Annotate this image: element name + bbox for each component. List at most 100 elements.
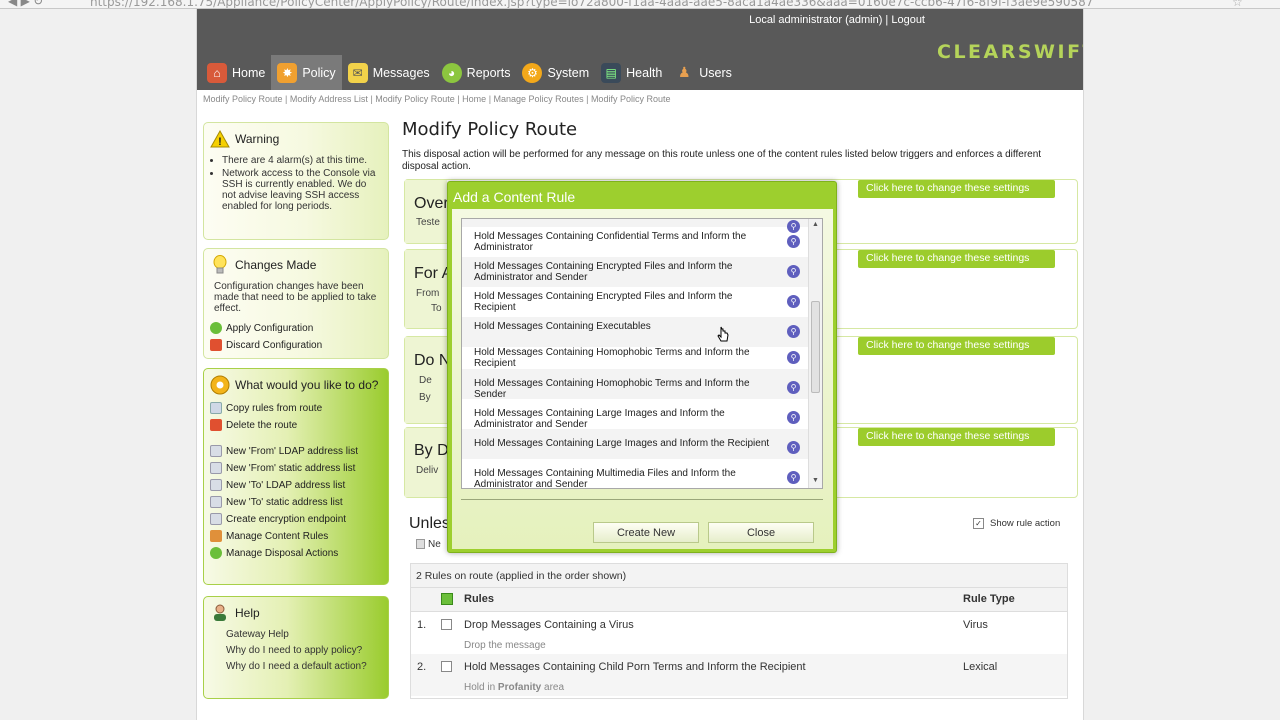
rule-action-text: area: [541, 682, 565, 693]
help-link-default-action[interactable]: Why do I need a default action?: [226, 661, 382, 672]
action-new-to-ldap[interactable]: New 'To' LDAP address list: [210, 478, 382, 492]
list-item[interactable]: ⚲: [462, 219, 808, 233]
section-title: By D: [414, 442, 449, 459]
magnify-icon[interactable]: ⚲: [787, 351, 800, 364]
action-label: Manage Content Rules: [226, 530, 329, 542]
help-link-apply-policy[interactable]: Why do I need to apply policy?: [226, 645, 382, 656]
change-settings-button[interactable]: Click here to change these settings: [858, 428, 1055, 446]
magnify-icon[interactable]: ⚲: [787, 471, 800, 484]
envelope-icon: ✉: [347, 62, 368, 83]
breadcrumb-item[interactable]: Manage Policy Routes: [494, 94, 584, 104]
dialog-divider: [461, 499, 823, 500]
home-icon: ⌂: [207, 62, 227, 83]
action-label: New 'To' LDAP address list: [226, 479, 346, 491]
magnify-icon[interactable]: ⚲: [787, 325, 800, 338]
logout-link[interactable]: Logout: [891, 14, 925, 26]
new-rule-label: Ne: [428, 539, 441, 550]
monitor-icon: ▤: [601, 62, 622, 83]
breadcrumb-separator: |: [583, 94, 591, 104]
rule-checkbox[interactable]: [441, 619, 452, 630]
action-copy-rules[interactable]: Copy rules from route: [210, 401, 382, 415]
nav-tab-users[interactable]: ♟ Users: [668, 55, 738, 90]
nav-label: Home: [232, 65, 266, 80]
action-manage-content-rules[interactable]: Manage Content Rules: [210, 529, 382, 543]
policy-icon: ✸: [277, 62, 298, 83]
list-item[interactable]: Hold Messages Containing Multimedia File…: [462, 459, 808, 489]
mouse-cursor-icon: [717, 326, 729, 342]
rule-checkbox[interactable]: [441, 661, 452, 672]
browser-nav-icons[interactable]: ◀ ▶ ↻: [8, 0, 43, 8]
list-item[interactable]: Hold Messages Containing Large Images an…: [462, 399, 808, 430]
action-label: New 'To' static address list: [226, 496, 343, 508]
url-text[interactable]: https://192.168.1.75/Appliance/PolicyCen…: [90, 0, 1093, 8]
magnify-icon[interactable]: ⚲: [787, 295, 800, 308]
actions-box: What would you like to do? Copy rules fr…: [203, 368, 389, 585]
action-new-from-static[interactable]: New 'From' static address list: [210, 461, 382, 475]
magnify-icon[interactable]: ⚲: [787, 265, 800, 278]
list-item[interactable]: Hold Messages Containing Executables ⚲: [462, 317, 808, 347]
apply-configuration-link[interactable]: Apply Configuration: [210, 321, 382, 335]
action-label: Manage Disposal Actions: [226, 547, 339, 559]
nav-tab-system[interactable]: ⚙ System: [516, 55, 595, 90]
action-delete-route[interactable]: Delete the route: [210, 418, 382, 432]
breadcrumb-item[interactable]: Modify Policy Route: [375, 94, 455, 104]
warning-box: ! Warning There are 4 alarm(s) at this t…: [203, 122, 389, 240]
breadcrumb-item[interactable]: Home: [462, 94, 486, 104]
magnify-icon[interactable]: ⚲: [787, 411, 800, 424]
star-icon[interactable]: ☆: [1232, 0, 1243, 8]
nav-tab-reports[interactable]: ◕ Reports: [436, 55, 517, 90]
magnify-icon[interactable]: ⚲: [787, 235, 800, 248]
lightbulb-icon: [210, 255, 230, 275]
list-scrollbar[interactable]: ▲ ▼: [808, 219, 822, 488]
select-all-icon[interactable]: [441, 593, 453, 605]
nav-tab-home[interactable]: ⌂ Home: [201, 55, 271, 90]
show-rule-checkbox[interactable]: ✓: [973, 518, 984, 529]
list-item-label: Hold Messages Containing Multimedia File…: [474, 468, 736, 489]
page: Local administrator (admin) | Logout CLE…: [196, 9, 1084, 720]
help-link-gateway[interactable]: Gateway Help: [226, 629, 382, 640]
breadcrumb-item[interactable]: Modify Address List: [290, 94, 368, 104]
scroll-down-icon[interactable]: ▼: [812, 477, 819, 484]
section-label-bg: [405, 428, 447, 497]
discard-configuration-link[interactable]: Discard Configuration: [210, 338, 382, 352]
change-settings-button[interactable]: Click here to change these settings: [858, 337, 1055, 355]
list-item-label: Hold Messages Containing Encrypted Files…: [474, 261, 733, 283]
magnify-icon[interactable]: ⚲: [787, 381, 800, 394]
nav-tab-health[interactable]: ▤ Health: [595, 55, 668, 90]
create-new-button[interactable]: Create New: [593, 522, 699, 543]
rule-name[interactable]: Drop Messages Containing a Virus: [464, 619, 634, 631]
scroll-up-icon[interactable]: ▲: [812, 221, 819, 228]
close-button[interactable]: Close: [708, 522, 814, 543]
action-create-encryption-endpoint[interactable]: Create encryption endpoint: [210, 512, 382, 526]
section-sub: De: [419, 375, 432, 386]
breadcrumb-separator: |: [486, 94, 494, 104]
magnify-icon[interactable]: ⚲: [787, 441, 800, 454]
clearswift-logo: CLEARSWIFT: [937, 41, 1083, 63]
list-item[interactable]: Hold Messages Containing Confidential Te…: [462, 227, 808, 257]
actions-heading: What would you like to do?: [210, 375, 382, 395]
action-manage-disposal-actions[interactable]: Manage Disposal Actions: [210, 546, 382, 560]
action-new-to-static[interactable]: New 'To' static address list: [210, 495, 382, 509]
nav-tab-messages[interactable]: ✉ Messages: [342, 55, 436, 90]
list-item[interactable]: Hold Messages Containing Homophobic Term…: [462, 369, 808, 400]
change-settings-button[interactable]: Click here to change these settings: [858, 250, 1055, 268]
list-item[interactable]: Hold Messages Containing Encrypted Files…: [462, 287, 808, 317]
changes-box: Changes Made Configuration changes have …: [203, 248, 389, 359]
users-icon: ♟: [678, 64, 691, 80]
show-rule-action[interactable]: ✓ Show rule action: [973, 518, 1060, 529]
list-item[interactable]: Hold Messages Containing Encrypted Files…: [462, 257, 808, 287]
header: Local administrator (admin) | Logout CLE…: [197, 9, 1083, 90]
nav-label: Users: [699, 65, 732, 80]
section-title: Over: [414, 195, 449, 212]
scrollbar-thumb[interactable]: [811, 301, 820, 393]
change-settings-button[interactable]: Click here to change these settings: [858, 180, 1055, 198]
breadcrumb-item[interactable]: Modify Policy Route: [203, 94, 283, 104]
nav-tab-policy[interactable]: ✸ Policy: [271, 55, 342, 90]
list-item[interactable]: Hold Messages Containing Large Images an…: [462, 429, 808, 459]
new-rule-link[interactable]: Ne: [416, 539, 441, 550]
action-new-from-ldap[interactable]: New 'From' LDAP address list: [210, 444, 382, 458]
rule-name[interactable]: Hold Messages Containing Child Porn Term…: [464, 661, 806, 673]
unless-title: Unles: [409, 515, 450, 532]
action-label: New 'From' static address list: [226, 462, 356, 474]
browser-url-bar[interactable]: ◀ ▶ ↻ https://192.168.1.75/Appliance/Pol…: [0, 0, 1280, 9]
